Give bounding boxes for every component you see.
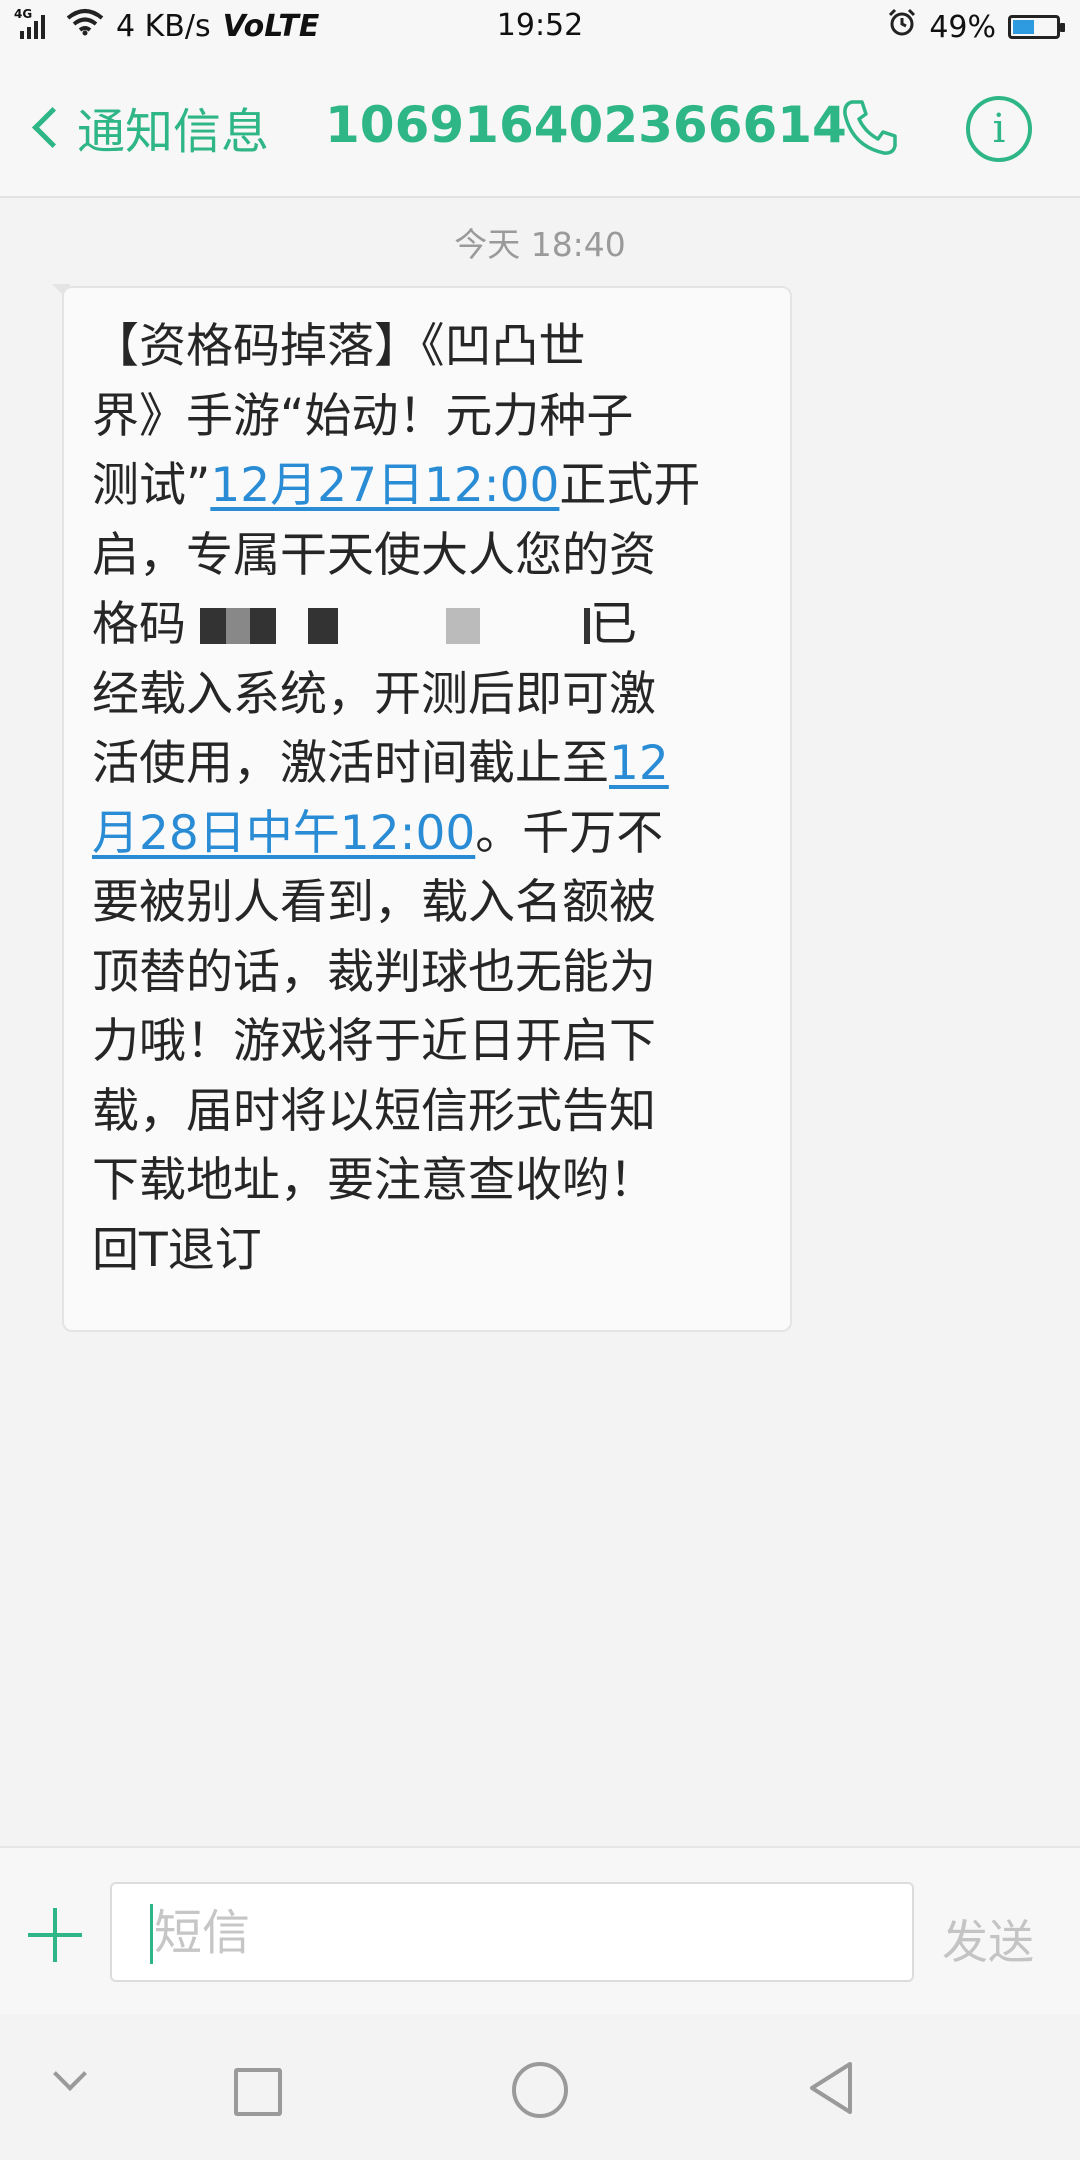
- call-button[interactable]: [838, 96, 902, 160]
- message-text: 【资格码掉落】《凹凸世 界》手游“始动！元力种子 测试”12月27日12:00正…: [92, 312, 752, 1285]
- nav-back-button[interactable]: [804, 2060, 858, 2116]
- phone-icon: [843, 100, 897, 155]
- system-nav-bar: [0, 2014, 1080, 2160]
- triangle-back-icon: [810, 2062, 852, 2114]
- back-label: 通知信息: [77, 104, 270, 160]
- message-line: 顶替的话，裁判球也无能为: [92, 944, 656, 1000]
- home-button[interactable]: [512, 2062, 568, 2118]
- battery-fill: [1013, 20, 1034, 34]
- message-line: 月28日中午12:00。千万不: [92, 799, 752, 869]
- chevron-down-icon[interactable]: [53, 2057, 87, 2091]
- info-icon: i: [992, 106, 1006, 152]
- message-line: 界》手游“始动！元力种子: [92, 388, 634, 444]
- message-text-segment: 已: [590, 597, 637, 652]
- sms-conversation-screen: 4G 4 KB/s VoLTE 19:52 49% 通知信息 106916402…: [0, 0, 1080, 2160]
- battery-percent: 49%: [929, 9, 996, 45]
- back-button[interactable]: 通知信息: [28, 92, 269, 162]
- message-line: 载，届时将以短信形式告知: [92, 1083, 656, 1139]
- date-link-end[interactable]: 月28日中午12:00: [92, 806, 475, 861]
- recents-button[interactable]: [234, 2068, 282, 2116]
- status-bar: 4G 4 KB/s VoLTE 19:52 49%: [0, 0, 1080, 56]
- status-bar-right: 49%: [887, 8, 1065, 46]
- date-link-end[interactable]: 12: [609, 736, 669, 791]
- sms-input-box[interactable]: [110, 1882, 914, 1982]
- conversation-header: 通知信息 106916402366614 i: [0, 56, 1080, 198]
- message-timestamp: 今天 18:40: [454, 225, 626, 264]
- date-link-start[interactable]: 12月27日12:00: [210, 458, 559, 513]
- redacted-code: [186, 597, 590, 652]
- battery-icon: [1008, 15, 1065, 39]
- message-line: 测试”12月27日12:00正式开: [92, 451, 752, 521]
- message-line: 活使用，激活时间截止至12: [92, 729, 752, 799]
- info-button[interactable]: i: [966, 96, 1032, 162]
- message-line: 回T退订: [92, 1222, 262, 1278]
- message-line: 经载入系统，开测后即可激: [92, 666, 656, 722]
- sender-number: 106916402366614: [325, 96, 847, 154]
- message-text-segment: 。千万不: [475, 805, 664, 861]
- message-text-segment: 测试”: [92, 458, 211, 513]
- message-line: 力哦！游戏将于近日开启下: [92, 1014, 656, 1069]
- compose-bar: 发送: [0, 1846, 1080, 2016]
- message-text-segment: 正式开: [559, 458, 701, 513]
- message-line: 启，专属干天使大人您的资: [92, 527, 656, 583]
- sms-input[interactable]: [152, 1896, 896, 1970]
- message-text-segment: 活使用，激活时间截止至: [92, 736, 609, 791]
- message-line: 格码 已: [92, 590, 752, 660]
- message-line: 要被别人看到，载入名额被: [92, 875, 656, 930]
- message-line: 下载地址，要注意查收哟！: [92, 1153, 656, 1208]
- alarm-icon: [887, 8, 917, 46]
- message-text-segment: 格码: [92, 597, 186, 652]
- add-attachment-button[interactable]: [28, 1908, 82, 1962]
- send-button[interactable]: 发送: [942, 1906, 1034, 1972]
- message-line: 【资格码掉落】《凹凸世: [92, 319, 586, 374]
- chevron-left-icon: [31, 106, 74, 148]
